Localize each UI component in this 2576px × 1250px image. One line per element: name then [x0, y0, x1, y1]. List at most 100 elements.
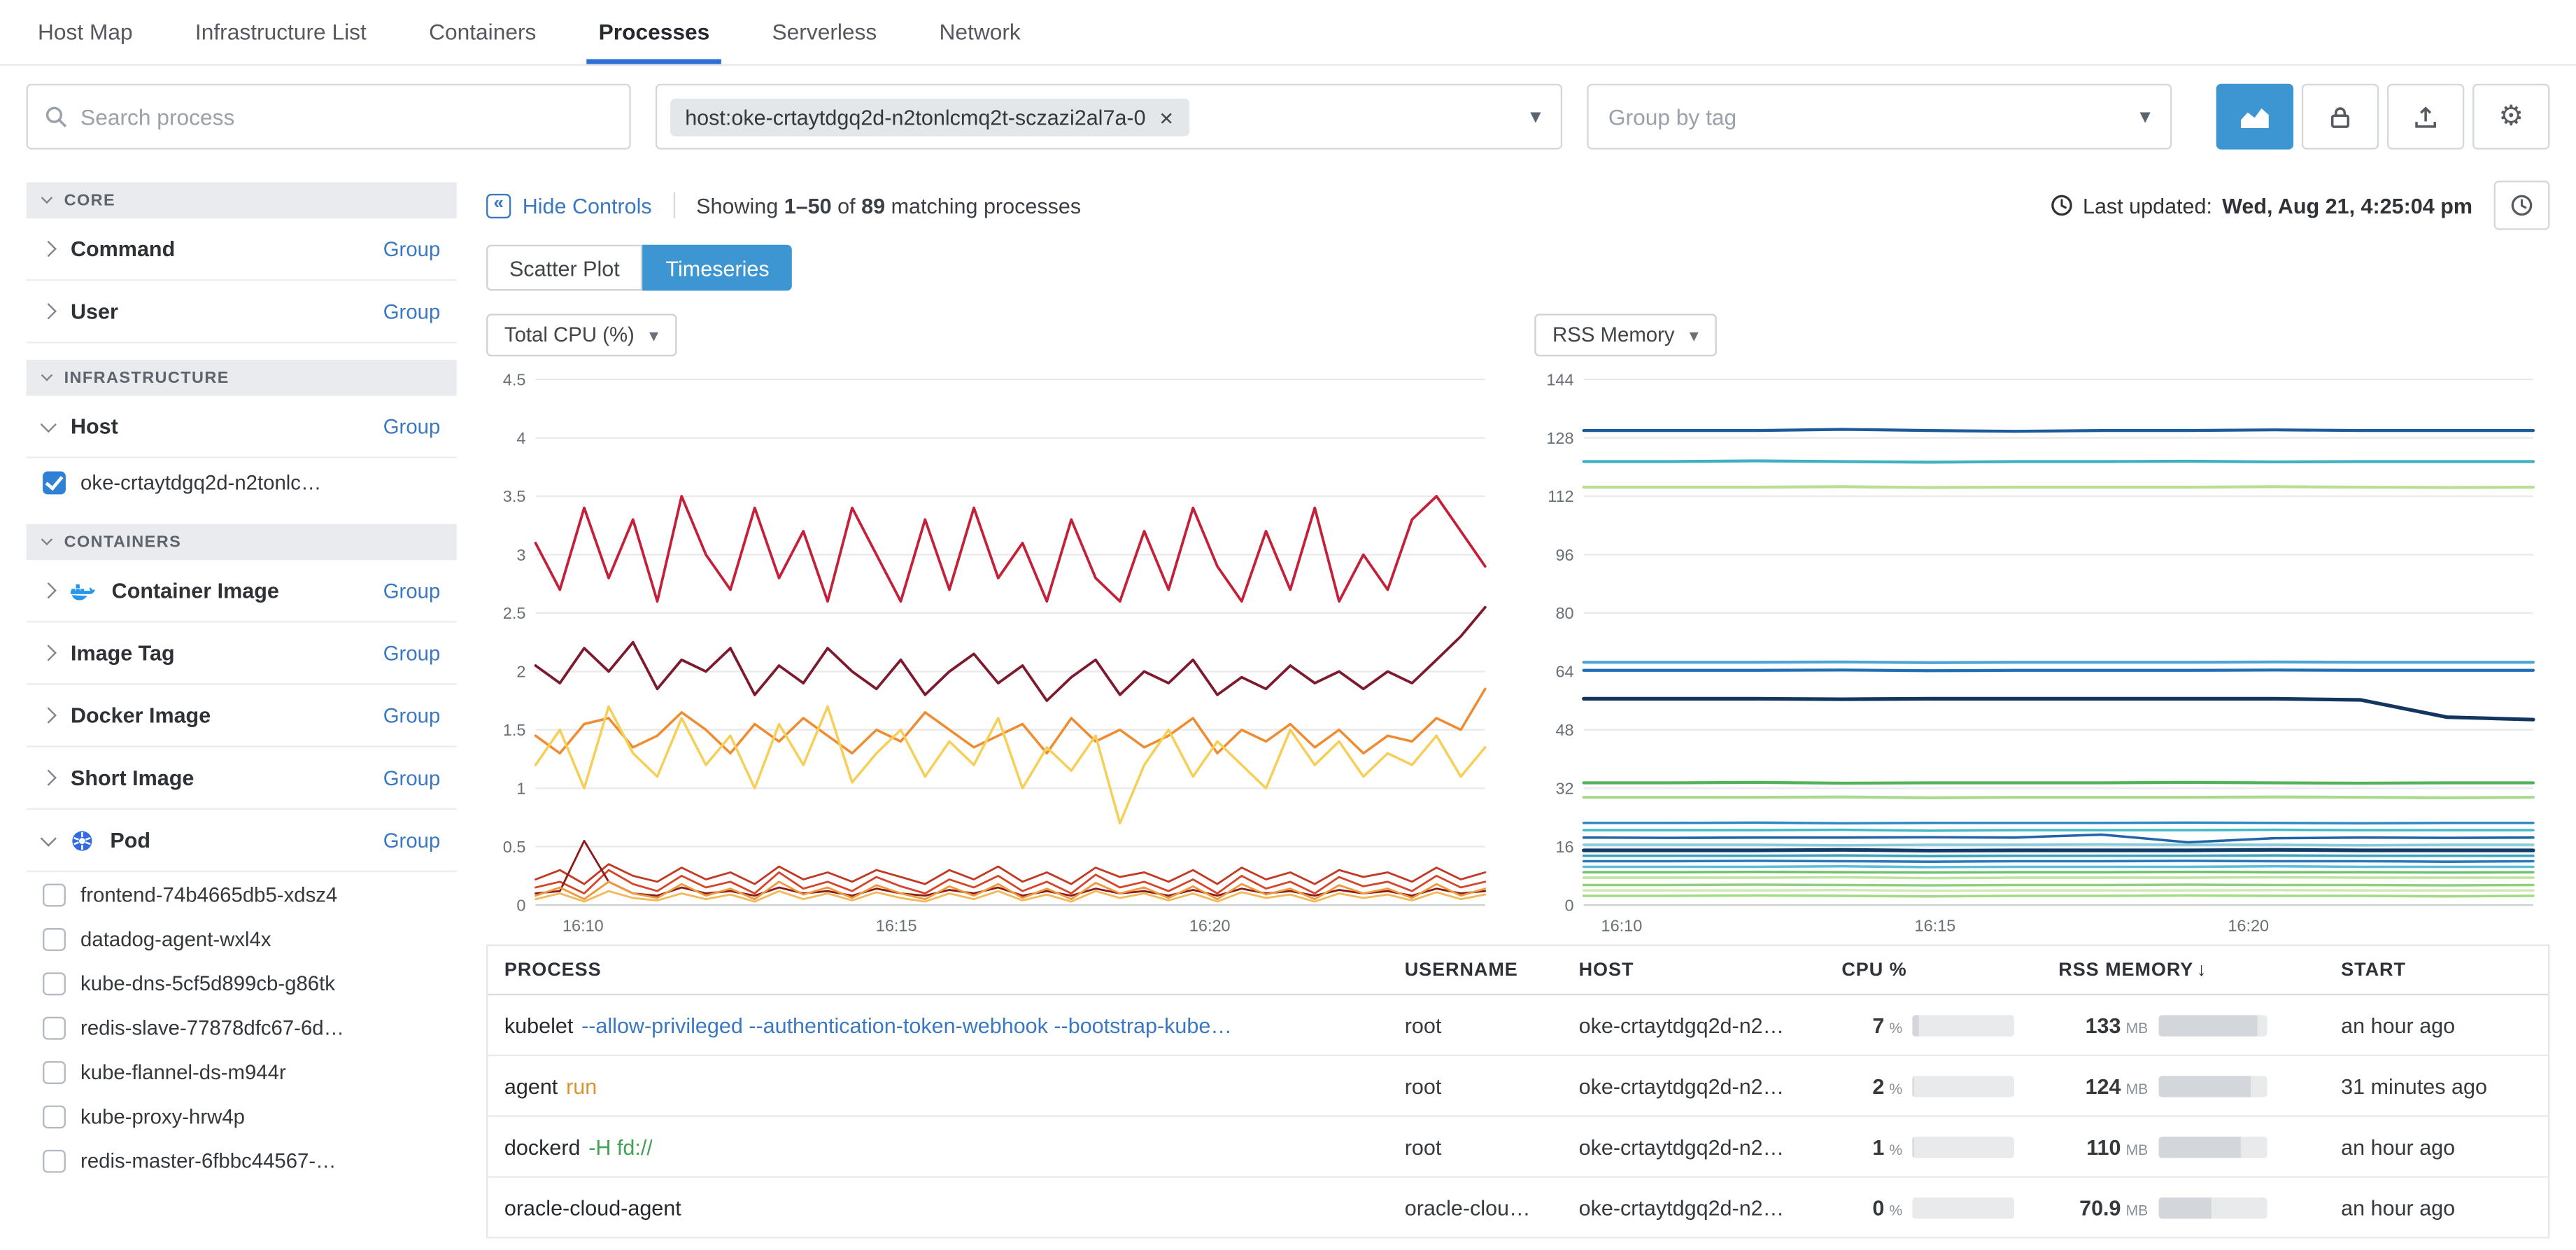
pod-checkbox-row[interactable]: kube-flannel-ds-m944r: [27, 1050, 457, 1094]
group-by-container-image-link[interactable]: Group: [383, 579, 441, 602]
pod-label: kube-dns-5cf5d899cb-g86tk: [80, 971, 335, 995]
checkbox-unchecked-icon[interactable]: [43, 927, 66, 950]
pod-label: redis-slave-77878dfc67-6d…: [80, 1016, 344, 1039]
tab-processes[interactable]: Processes: [567, 0, 741, 64]
memory-bar: [2158, 1014, 2266, 1036]
svg-text:0: 0: [516, 896, 525, 914]
group-by-host-link[interactable]: Group: [383, 415, 441, 438]
group-by-command-link[interactable]: Group: [383, 237, 441, 260]
column-header-rss-memory[interactable]: RSS MEMORY ↓: [2046, 960, 2328, 980]
checkbox-unchecked-icon[interactable]: [43, 1060, 66, 1083]
process-cell: kubelet --allow-privileged --authenticat…: [488, 1013, 1392, 1037]
group-by-user-link[interactable]: Group: [383, 300, 441, 323]
column-header-cpu[interactable]: CPU %: [1829, 960, 2046, 980]
pod-checkbox-row[interactable]: kube-dns-5cf5d899cb-g86tk: [27, 961, 457, 1005]
upload-icon: [2414, 104, 2438, 129]
svg-text:2: 2: [516, 663, 525, 681]
sidebar-item-user[interactable]: User Group: [27, 281, 457, 343]
tab-host-map[interactable]: Host Map: [6, 0, 164, 64]
chevron-down-icon[interactable]: [1530, 104, 1541, 130]
svg-text:16:10: 16:10: [562, 917, 604, 935]
pod-checkbox-row[interactable]: frontend-74b4665db5-xdsz4: [27, 872, 457, 916]
memory-timeseries-chart[interactable]: 016324864809611212814416:1016:1516:20: [1534, 366, 2540, 941]
checkbox-unchecked-icon[interactable]: [43, 1149, 66, 1172]
timeseries-view-button[interactable]: [2216, 84, 2293, 150]
cpu-timeseries-chart[interactable]: 00.511.522.533.544.516:1016:1516:20: [486, 366, 1492, 941]
tab-network[interactable]: Network: [908, 0, 1052, 64]
process-table-row[interactable]: agent run root oke-crtaytdgq2d-n2… 2 % 1…: [488, 1056, 2548, 1117]
start-cell: an hour ago: [2328, 1195, 2548, 1219]
process-name: oracle-cloud-agent: [504, 1195, 681, 1219]
group-by-short-image-link[interactable]: Group: [383, 766, 441, 789]
svg-text:4: 4: [516, 429, 525, 447]
memory-bar: [2158, 1136, 2266, 1158]
group-by-tag-select[interactable]: Group by tag: [1587, 84, 2172, 150]
svg-text:16:15: 16:15: [1915, 917, 1956, 935]
column-header-host[interactable]: HOST: [1566, 960, 1829, 980]
pod-checkbox-row[interactable]: datadog-agent-wxl4x: [27, 917, 457, 961]
pod-checkbox-row[interactable]: redis-slave-77878dfc67-6d…: [27, 1005, 457, 1049]
pod-checkbox-row[interactable]: redis-master-6fbbc44567-…: [27, 1138, 457, 1182]
checkbox-unchecked-icon[interactable]: [43, 1016, 66, 1039]
results-controls-row: Hide Controls Showing 1–50 of 89 matchin…: [486, 183, 2549, 229]
sidebar-item-label: Container Image: [112, 578, 279, 603]
chevron-down-icon: [41, 534, 53, 546]
svg-text:1.5: 1.5: [503, 721, 526, 739]
process-table-row[interactable]: oracle-cloud-agent oracle-clou… oke-crta…: [488, 1178, 2548, 1239]
timeseries-tab[interactable]: Timeseries: [643, 245, 793, 291]
sidebar-section-containers[interactable]: CONTAINERS: [27, 524, 457, 561]
memory-metric-select[interactable]: RSS Memory: [1534, 314, 1716, 356]
process-table-row[interactable]: dockerd -H fd:// root oke-crtaytdgq2d-n2…: [488, 1117, 2548, 1178]
process-search[interactable]: [27, 84, 631, 150]
cpu-cell: 1 %: [1829, 1135, 2046, 1159]
chevron-down-icon: [41, 370, 53, 381]
scatter-plot-tab[interactable]: Scatter Plot: [486, 245, 643, 291]
tab-serverless[interactable]: Serverless: [741, 0, 908, 64]
search-input[interactable]: [80, 104, 613, 129]
checkbox-unchecked-icon[interactable]: [43, 883, 66, 906]
sidebar-item-command[interactable]: Command Group: [27, 218, 457, 281]
group-by-pod-link[interactable]: Group: [383, 829, 441, 852]
checkbox-unchecked-icon[interactable]: [43, 971, 66, 995]
group-by-image-tag-link[interactable]: Group: [383, 641, 441, 664]
host-filter-checkbox-row[interactable]: oke-crtaytdgq2d-n2tonlc…: [27, 458, 457, 507]
sidebar-item-docker-image[interactable]: Docker Image Group: [27, 685, 457, 747]
cpu-bar: [1912, 1014, 2014, 1036]
cpu-metric-select[interactable]: Total CPU (%): [486, 314, 677, 356]
history-button[interactable]: [2494, 181, 2550, 230]
filter-tag-chip[interactable]: host:oke-crtaytdgq2d-n2tonlcmq2t-sczazi2…: [670, 98, 1189, 136]
sidebar-item-image-tag[interactable]: Image Tag Group: [27, 622, 457, 684]
sidebar-item-short-image[interactable]: Short Image Group: [27, 747, 457, 810]
sidebar-section-core[interactable]: CORE: [27, 183, 457, 219]
docker-icon: [71, 581, 95, 601]
process-table-row[interactable]: kubelet --allow-privileged --authenticat…: [488, 995, 2548, 1056]
svg-text:16:20: 16:20: [1189, 917, 1231, 935]
sidebar-item-container-image[interactable]: Container Image Group: [27, 560, 457, 622]
remove-tag-icon[interactable]: [1159, 104, 1174, 129]
svg-text:16: 16: [1555, 838, 1573, 856]
host-filter-combobox[interactable]: host:oke-crtaytdgq2d-n2tonlcmq2t-sczazi2…: [656, 84, 1562, 150]
checkbox-checked-icon[interactable]: [43, 472, 66, 495]
lock-button[interactable]: [2302, 84, 2379, 150]
sidebar-item-pod[interactable]: Pod Group: [27, 810, 457, 872]
pod-checkbox-row[interactable]: kube-proxy-hrw4p: [27, 1094, 457, 1138]
sidebar-item-host[interactable]: Host Group: [27, 396, 457, 458]
column-header-start[interactable]: START: [2328, 960, 2548, 980]
sidebar-section-infrastructure[interactable]: INFRASTRUCTURE: [27, 360, 457, 396]
clock-icon: [2050, 194, 2073, 217]
export-button[interactable]: [2387, 84, 2464, 150]
memory-bar: [2158, 1197, 2266, 1219]
tab-infrastructure-list[interactable]: Infrastructure List: [164, 0, 397, 64]
svg-text:112: 112: [1548, 487, 1573, 505]
process-name: kubelet: [504, 1013, 573, 1037]
content-area: CORE Command Group User Group INFRASTRUC…: [0, 169, 2576, 1239]
hide-controls-link[interactable]: Hide Controls: [486, 193, 652, 218]
group-by-docker-image-link[interactable]: Group: [383, 704, 441, 727]
settings-button[interactable]: [2472, 84, 2549, 150]
column-header-username[interactable]: USERNAME: [1392, 960, 1566, 980]
cpu-bar: [1912, 1197, 2014, 1219]
checkbox-unchecked-icon[interactable]: [43, 1104, 66, 1128]
tab-containers[interactable]: Containers: [397, 0, 567, 64]
column-header-process[interactable]: PROCESS: [488, 960, 1392, 980]
section-label: INFRASTRUCTURE: [64, 369, 229, 387]
